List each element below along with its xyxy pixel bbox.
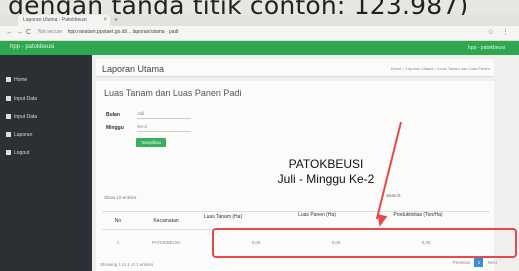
- new-tab-icon[interactable]: +: [114, 15, 118, 26]
- show-button[interactable]: Tampilkan: [136, 138, 166, 147]
- sidebar-item-input-2[interactable]: Input Data: [6, 114, 37, 120]
- pager-current[interactable]: 1: [474, 258, 484, 267]
- th-luas-tanam[interactable]: Luas Tanam (Ha): [202, 214, 244, 220]
- page-header: Laporan Utama Home > Laporan Utama > Lua…: [96, 59, 494, 77]
- sidebar-item-label: Input Data: [14, 96, 38, 102]
- sidebar-item-label: Logout: [14, 150, 30, 156]
- report-title-line2: Juli - Minggu Ke-2: [277, 172, 375, 186]
- forward-icon[interactable]: →: [16, 29, 23, 36]
- report-title-line1: PATOKBEUSI: [288, 157, 364, 171]
- sidebar-item-logout[interactable]: Logout: [6, 150, 29, 156]
- minggu-row: Minggu Ke-2: [106, 124, 192, 132]
- minggu-select[interactable]: Ke-2: [137, 124, 192, 132]
- menu-icon[interactable]: ⋮: [502, 29, 509, 36]
- browser-tab[interactable]: Laporan Utama - Patokbeusi ×: [18, 15, 110, 26]
- cell-kecamatan: PATOKBEUSI: [151, 240, 180, 245]
- star-icon[interactable]: ☆: [488, 29, 494, 36]
- panel-title: Luas Tanam dan Luas Panen Padi: [104, 88, 242, 98]
- sidebar-item-label: Input Data: [14, 114, 38, 120]
- minggu-label: Minggu: [106, 125, 124, 132]
- sidebar-item-home[interactable]: Home: [6, 77, 27, 83]
- sidebar-item-input-1[interactable]: Input Data: [6, 96, 37, 102]
- home-icon: [6, 77, 11, 83]
- address-icons: ☆ ⋮: [488, 28, 509, 36]
- address-bar: ← → C Not secure hpp.ranatam.ppstaet.go.…: [0, 26, 519, 41]
- edit-icon: [6, 96, 11, 102]
- tab-title: Laporan Utama - Patokbeusi: [23, 17, 87, 23]
- th-kecamatan[interactable]: Kecamatan: [138, 218, 194, 224]
- annotation-highlight-box: [212, 228, 517, 258]
- show-entries-select[interactable]: Show 10 entries: [104, 195, 136, 200]
- app-title[interactable]: hpp - patokbeusi: [10, 44, 54, 50]
- logout-icon: [6, 150, 11, 156]
- report-icon: [6, 132, 11, 138]
- sidebar-item-laporan[interactable]: Laporan: [6, 132, 32, 138]
- close-icon[interactable]: ×: [103, 15, 107, 26]
- pager-next[interactable]: Next: [488, 260, 497, 265]
- reload-icon[interactable]: C: [26, 29, 31, 36]
- sidebar: Home Input Data Input Data Laporan Logou…: [0, 55, 92, 271]
- breadcrumb[interactable]: Home > Laporan Utama > Luas Tanam dan Lu…: [391, 66, 490, 71]
- browser-tabbar: Laporan Utama - Patokbeusi × +: [0, 15, 519, 26]
- secure-label: Not secure: [38, 29, 63, 35]
- page-title: Laporan Utama: [102, 64, 165, 74]
- pager-prev[interactable]: Previous: [453, 260, 471, 265]
- cell-no: 1: [116, 240, 120, 245]
- bulan-label: Bulan: [106, 112, 120, 119]
- app-topbar: hpp - patokbeusi hpp - patokbeusi: [0, 41, 519, 55]
- th-luas-panen[interactable]: Luas Panen (Ha): [296, 212, 338, 218]
- edit-icon: [6, 114, 11, 120]
- bulan-select[interactable]: Juli: [137, 111, 192, 119]
- th-no[interactable]: No: [110, 218, 126, 224]
- search-label[interactable]: Search:: [386, 193, 402, 198]
- th-produktivitas[interactable]: Produktivitas (Ton/Ha): [386, 212, 450, 218]
- bulan-row: Bulan Juli: [106, 111, 192, 119]
- back-icon[interactable]: ←: [6, 29, 13, 36]
- sidebar-item-label: Laporan: [14, 132, 33, 138]
- report-title: PATOKBEUSI Juli - Minggu Ke-2: [216, 157, 436, 187]
- sidebar-item-label: Home: [14, 77, 28, 83]
- url-text: hpp.ranatam.ppstaet.go.id/... laporan/ut…: [67, 29, 179, 35]
- url-input[interactable]: Not secure hpp.ranatam.ppstaet.go.id/...…: [38, 29, 178, 35]
- table-info: Showing 1 to 1 of 1 entries: [100, 262, 154, 267]
- user-menu[interactable]: hpp - patokbeusi: [468, 45, 505, 51]
- pagination: Previous 1 Next: [453, 258, 497, 267]
